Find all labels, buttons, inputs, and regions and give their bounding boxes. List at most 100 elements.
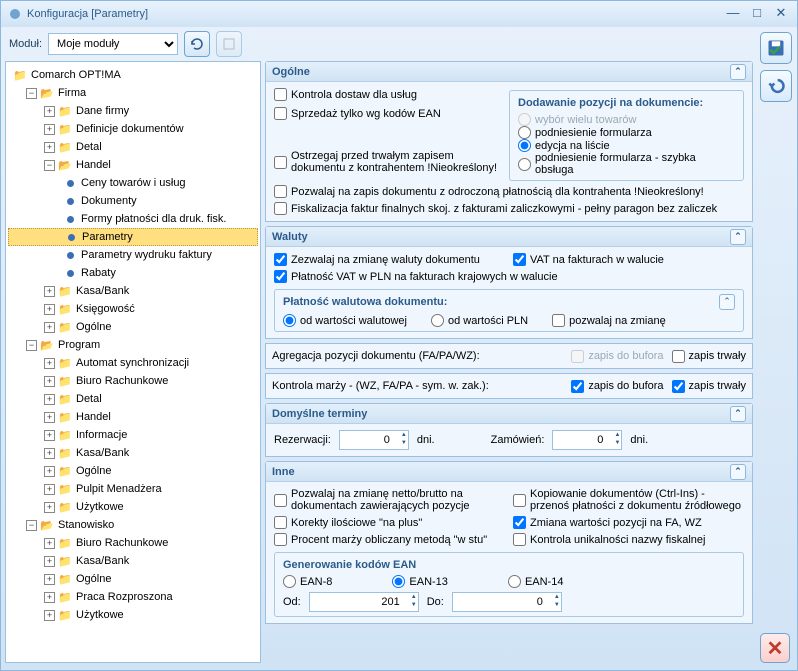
tree-item[interactable]: +📁Kasa/Bank [8,444,258,462]
radio-wybor: wybór wielu towarów [518,113,735,126]
tree-item[interactable]: +📁Informacje [8,426,258,444]
maximize-button[interactable]: □ [747,6,767,22]
checkbox-zezwalaj-walute[interactable]: Zezwalaj na zmianę waluty dokumentu [274,253,505,266]
toolbar: Moduł: Moje moduły [1,27,797,61]
radio-od-pln[interactable]: od wartości PLN [431,314,528,327]
close-button[interactable]: ✕ [771,6,791,22]
tree-item[interactable]: +📁Ogólne [8,462,258,480]
tree-stanowisko[interactable]: −📂Stanowisko [8,516,258,534]
tree-item[interactable]: +📁Definicje dokumentów [8,120,258,138]
checkbox-pozwalaj-zapis[interactable]: Pozwalaj na zapis dokumentu z odroczoną … [274,185,744,198]
tree-leaf[interactable]: Formy płatności dla druk. fisk. [8,210,258,228]
tree-leaf-parametry[interactable]: Parametry [8,228,258,246]
checkbox-netto-brutto[interactable]: Pozwalaj na zmianę netto/brutto na dokum… [274,488,505,512]
collapse-icon[interactable]: ⌃ [730,406,746,422]
radio-ean14[interactable]: EAN-14 [508,575,564,588]
tree-item[interactable]: +📁Detal [8,390,258,408]
tree-program[interactable]: −📂Program [8,336,258,354]
tree-firma[interactable]: −📂Firma [8,84,258,102]
checkbox-korekty[interactable]: Korekty ilościowe "na plus" [274,516,505,529]
radio-ean13[interactable]: EAN-13 [392,575,448,588]
group-title: Waluty [272,231,308,243]
radio-edycja[interactable]: edycja na liście [518,139,735,152]
checkbox-pozwalaj-zmiane[interactable]: pozwalaj na zmianę [552,314,666,327]
checkbox-unikalnosc[interactable]: Kontrola unikalności nazwy fiskalnej [513,533,744,546]
label: Kontrola marży - (WZ, FA/PA - sym. w. za… [272,380,489,392]
module-label: Moduł: [9,38,42,50]
tree-leaf[interactable]: Rabaty [8,264,258,282]
undo-button[interactable] [760,70,792,102]
input-ean-do[interactable] [452,592,562,612]
radio-ean8[interactable]: EAN-8 [283,575,332,588]
subgroup-title: Dodawanie pozycji na dokumencie: [518,95,735,113]
tree-item[interactable]: +📁Ogólne [8,318,258,336]
label: dni. [630,434,648,446]
expand-button[interactable] [216,31,242,57]
group-terminy: Domyślne terminy ⌃ Rezerwacji: dni. Zamów… [265,403,753,457]
checkbox-zmiana-wartosci[interactable]: Zmiana wartości pozycji na FA, WZ [513,516,744,529]
input-zamowien[interactable] [552,430,622,450]
input-ean-od[interactable] [309,592,419,612]
module-select[interactable]: Moje moduły [48,33,178,55]
label: dni. [417,434,435,446]
collapse-icon[interactable]: ⌃ [719,294,735,310]
group-title: Ogólne [272,66,310,78]
input-rezerwacji[interactable] [339,430,409,450]
tree-item[interactable]: +📁Kasa/Bank [8,552,258,570]
tree-item[interactable]: +📁Biuro Rachunkowe [8,534,258,552]
checkbox-kopiowanie[interactable]: Kopiowanie dokumentów (Ctrl-Ins) - przen… [513,488,744,512]
cancel-button[interactable]: ✕ [760,633,790,663]
label: Rezerwacji: [274,434,331,446]
tree-item[interactable]: +📁Pulpit Menadżera [8,480,258,498]
subgroup-title: Płatność walutowa dokumentu: [283,296,447,308]
tree-item[interactable]: +📁Biuro Rachunkowe [8,372,258,390]
titlebar: Konfiguracja [Parametry] — □ ✕ [1,1,797,27]
checkbox-vat-faktury[interactable]: VAT na fakturach w walucie [513,253,744,266]
minimize-button[interactable]: — [723,6,743,22]
checkbox-bufor[interactable]: zapis do bufora [571,380,663,393]
label: Zamówień: [491,434,545,446]
checkbox-platnosc-vat[interactable]: Płatność VAT w PLN na fakturach krajowyc… [274,270,744,283]
radio-podniesienie[interactable]: podniesienie formularza [518,126,735,139]
checkbox-kontrola-dostaw[interactable]: Kontrola dostaw dla usług [274,88,501,101]
tree-item[interactable]: +📁Kasa/Bank [8,282,258,300]
group-ogolne: Ogólne ⌃ Kontrola dostaw dla usług Sprzed… [265,61,753,222]
tree-item[interactable]: +📁Detal [8,138,258,156]
save-button[interactable] [760,32,792,64]
label: Agregacja pozycji dokumentu (FA/PA/WZ): [272,350,480,362]
checkbox-trwaly[interactable]: zapis trwały [672,350,746,363]
group-title: Domyślne terminy [272,408,367,420]
collapse-icon[interactable]: ⌃ [730,464,746,480]
collapse-icon[interactable]: ⌃ [730,64,746,80]
row-agregacja: Agregacja pozycji dokumentu (FA/PA/WZ): … [265,343,753,369]
checkbox-trwaly[interactable]: zapis trwały [672,380,746,393]
tree-item[interactable]: +📁Użytkowe [8,606,258,624]
row-kontrola-marzy: Kontrola marży - (WZ, FA/PA - sym. w. za… [265,373,753,399]
app-icon [7,6,23,22]
tree-item[interactable]: +📁Dane firmy [8,102,258,120]
checkbox-ostrzegaj[interactable]: Ostrzegaj przed trwałym zapisem dokument… [274,150,501,174]
nav-tree[interactable]: 📁Comarch OPT!MA −📂Firma +📁Dane firmy +📁D… [5,61,261,663]
radio-od-walutowej[interactable]: od wartości walutowej [283,314,407,327]
window-title: Konfiguracja [Parametry] [27,8,148,20]
tree-leaf[interactable]: Ceny towarów i usług [8,174,258,192]
radio-szybka[interactable]: podniesienie formularza - szybka obsługa [518,152,735,176]
tree-item[interactable]: +📁Handel [8,408,258,426]
tree-root[interactable]: 📁Comarch OPT!MA [8,66,258,84]
tree-item[interactable]: +📁Ogólne [8,570,258,588]
group-title: Inne [272,466,295,478]
tree-item[interactable]: +📁Automat synchronizacji [8,354,258,372]
tree-leaf[interactable]: Parametry wydruku faktury [8,246,258,264]
subgroup-title: Generowanie kodów EAN [283,557,735,575]
checkbox-procent-marzy[interactable]: Procent marży obliczany metodą "w stu" [274,533,505,546]
refresh-button[interactable] [184,31,210,57]
checkbox-sprzedaz-ean[interactable]: Sprzedaż tylko wg kodów EAN [274,107,501,120]
tree-item[interactable]: +📁Praca Rozproszona [8,588,258,606]
tree-item[interactable]: +📁Użytkowe [8,498,258,516]
tree-handel[interactable]: −📂Handel [8,156,258,174]
label: Do: [427,596,444,608]
tree-leaf[interactable]: Dokumenty [8,192,258,210]
tree-item[interactable]: +📁Księgowość [8,300,258,318]
collapse-icon[interactable]: ⌃ [730,229,746,245]
checkbox-fiskalizacja[interactable]: Fiskalizacja faktur finalnych skoj. z fa… [274,202,744,215]
